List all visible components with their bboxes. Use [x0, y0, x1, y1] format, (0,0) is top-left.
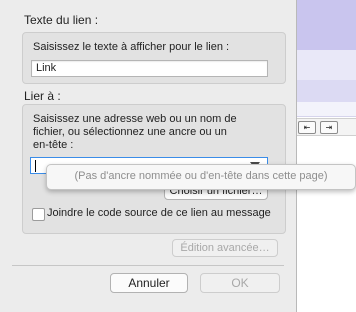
background-band: [296, 80, 356, 103]
anchor-dropdown-menu: (Pas d'ancre nommée ou d'en-tête dans ce…: [46, 164, 356, 190]
ok-button[interactable]: OK: [200, 273, 280, 293]
separator: [12, 265, 284, 266]
insert-link-sheet: Texte du lien : Saisissez le texte à aff…: [0, 0, 297, 312]
background-band: [296, 50, 356, 81]
link-text-prompt: Saisissez le texte à afficher pour le li…: [33, 41, 230, 53]
outdent-icon[interactable]: ⇤: [298, 121, 316, 134]
link-text-group: Saisissez le texte à afficher pour le li…: [22, 32, 286, 84]
background-band: [296, 102, 356, 117]
link-to-prompt-line: en-tête :: [33, 139, 74, 151]
text-caret: [35, 160, 36, 172]
embed-source-checkbox[interactable]: [32, 208, 45, 221]
link-text-field[interactable]: Link: [31, 60, 268, 77]
advanced-edit-button[interactable]: Édition avancée…: [172, 239, 278, 257]
embed-source-label[interactable]: Joindre le code source de ce lien au mes…: [47, 207, 271, 219]
dropdown-empty-item: (Pas d'ancre nommée ou d'en-tête dans ce…: [74, 170, 328, 182]
link-text-section-title: Texte du lien :: [24, 13, 99, 27]
link-to-prompt-line: Saisissez une adresse web ou un nom de: [33, 113, 237, 125]
background-format-toolbar: ⇤ ⇥: [296, 118, 356, 136]
indent-icon[interactable]: ⇥: [320, 121, 338, 134]
background-header-band: [296, 0, 356, 51]
link-to-section-title: Lier à :: [24, 89, 61, 103]
cancel-button[interactable]: Annuler: [110, 273, 188, 293]
link-to-prompt-line: fichier, ou sélectionnez une ancre ou un: [33, 126, 227, 138]
